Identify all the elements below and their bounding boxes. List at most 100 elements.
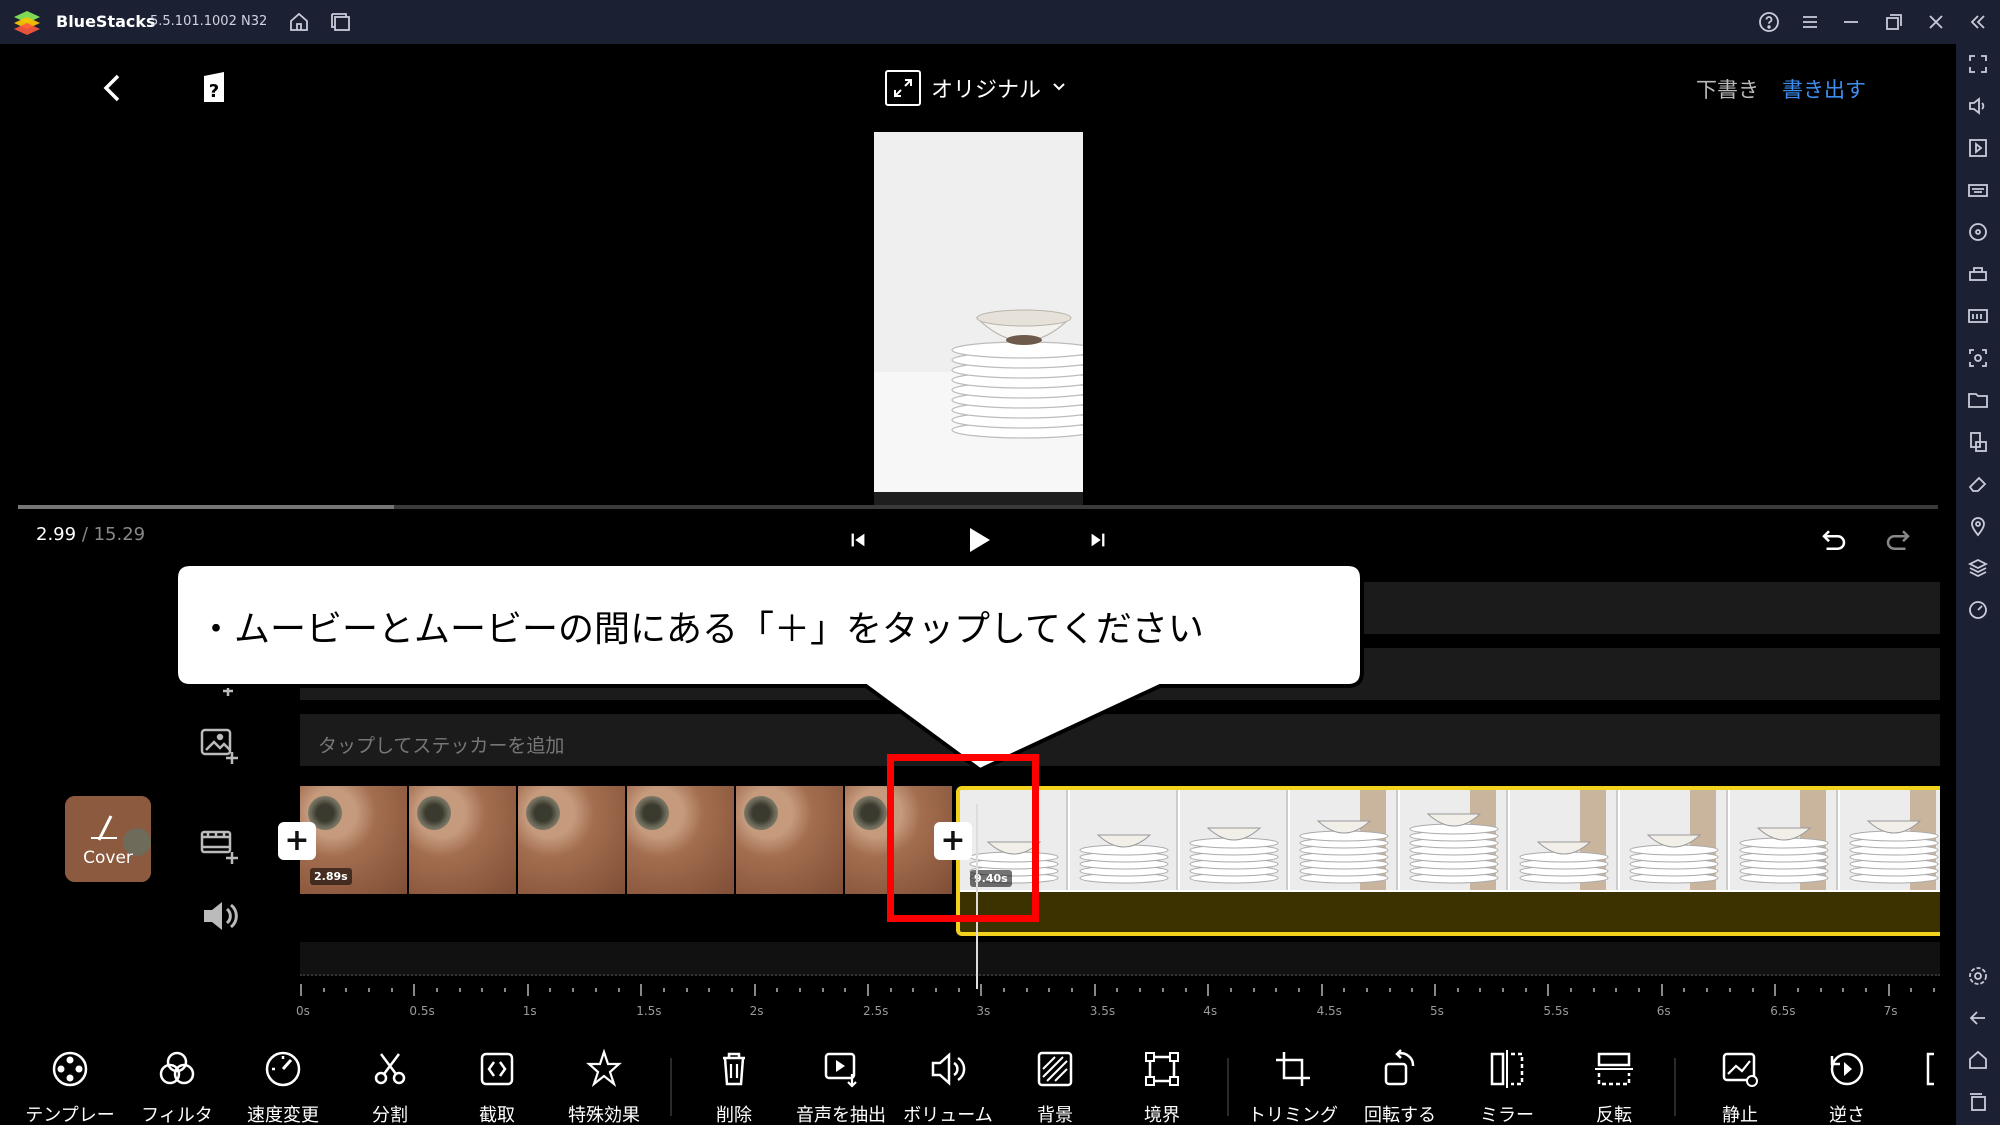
recents-sidebar-icon[interactable] xyxy=(1966,1090,1990,1114)
skip-previous-icon[interactable] xyxy=(836,518,880,562)
bluestacks-titlebar: BlueStacks 5.5.101.1002 N32 xyxy=(0,0,2000,44)
tool-background[interactable]: 背景 xyxy=(1005,1046,1105,1125)
ruler-minor-tick xyxy=(1932,988,1935,992)
media-icon[interactable] xyxy=(1966,136,1990,160)
preview-image xyxy=(874,132,1083,508)
tool-label: ミラー xyxy=(1480,1105,1534,1125)
reverse-icon xyxy=(1824,1046,1870,1092)
export-button[interactable]: 書き出す xyxy=(1782,74,1866,104)
tool-extract-audio[interactable]: 音声を抽出する xyxy=(791,1046,891,1125)
draft-button[interactable]: 下書き xyxy=(1696,74,1759,104)
add-transition-button-start[interactable]: + xyxy=(278,822,316,860)
total-time: / 15.29 xyxy=(81,524,146,545)
effect-track[interactable] xyxy=(300,648,1940,700)
cover-button[interactable]: Cover xyxy=(65,796,151,882)
tool-flip[interactable]: 反転 xyxy=(1564,1046,1664,1125)
tool-reverse[interactable]: 逆さ xyxy=(1797,1046,1897,1125)
screenshot-icon[interactable] xyxy=(1966,346,1990,370)
playback-progress[interactable] xyxy=(18,505,1938,509)
tool-more-partial[interactable] xyxy=(1904,1046,1944,1092)
timeline-ruler[interactable]: 0s 0.5s 1s 1.5s 2s 2.5s 3s 3.5s 4s 4.5s 5s 5.5s 6s 6.… xyxy=(296,984,1940,1024)
tool-trim[interactable]: 截取 xyxy=(447,1046,547,1125)
video-preview[interactable] xyxy=(874,132,1083,508)
add-sticker-icon[interactable] xyxy=(198,722,242,766)
tool-freeze[interactable]: 静止 xyxy=(1690,1046,1790,1125)
restore-icon[interactable] xyxy=(1882,10,1906,34)
ruler-minor-tick xyxy=(912,988,915,992)
controls-icon[interactable] xyxy=(1966,262,1990,286)
ruler-minor-tick xyxy=(390,988,393,992)
tool-trash[interactable]: 削除 xyxy=(684,1046,784,1125)
crop-icon xyxy=(1270,1046,1316,1092)
ruler-minor-tick xyxy=(685,988,688,992)
ruler-minor-tick xyxy=(1570,988,1573,992)
back-icon[interactable] xyxy=(96,68,126,108)
collapse-sidebar-icon[interactable] xyxy=(1966,10,1990,34)
audio-track[interactable] xyxy=(300,942,1940,976)
audio-icon[interactable] xyxy=(198,894,242,938)
add-clip-icon[interactable] xyxy=(198,822,242,866)
tool-mirror[interactable]: ミラー xyxy=(1457,1046,1557,1125)
aspect-ratio-dropdown[interactable]: オリジナル xyxy=(885,68,1067,108)
tool-template[interactable]: テンプレート xyxy=(20,1046,120,1125)
tool-speed[interactable]: 速度変更 xyxy=(233,1046,333,1125)
tool-border[interactable]: 境界 xyxy=(1112,1046,1212,1125)
ruler-tick xyxy=(980,984,983,996)
ruler-minor-tick xyxy=(617,988,620,992)
ruler-minor-tick xyxy=(481,988,484,992)
undo-icon[interactable] xyxy=(1812,518,1856,562)
eco-mode-icon[interactable] xyxy=(1966,598,1990,622)
home-icon[interactable] xyxy=(287,10,311,34)
tool-scissors[interactable]: 分割 xyxy=(340,1046,440,1125)
tool-rotate[interactable]: 回転する xyxy=(1350,1046,1450,1125)
close-icon[interactable] xyxy=(1924,10,1948,34)
ruler-minor-tick xyxy=(1479,988,1482,992)
fullscreen-icon[interactable] xyxy=(1966,52,1990,76)
tool-volume[interactable]: ボリューム xyxy=(898,1046,998,1125)
highlight-box xyxy=(887,754,1039,922)
layers-icon[interactable] xyxy=(1966,556,1990,580)
ruler-tick xyxy=(1774,984,1777,996)
install-apk-icon[interactable] xyxy=(1966,430,1990,454)
ruler-minor-tick xyxy=(798,988,801,992)
video-clip-1[interactable]: 2.89s xyxy=(300,786,954,894)
ruler-minor-tick xyxy=(1864,988,1867,992)
toolbar-divider xyxy=(670,1058,672,1116)
sticker-placeholder[interactable]: タップしてステッカーを追加 xyxy=(318,731,564,758)
ruler-tick xyxy=(640,984,643,996)
skip-next-icon[interactable] xyxy=(1076,518,1120,562)
video-clip-2[interactable]: 9.40s xyxy=(956,786,1940,936)
ruler-minor-tick xyxy=(776,988,779,992)
tool-label: 削除 xyxy=(716,1105,752,1125)
clip2-frame xyxy=(1840,790,1940,890)
help-icon[interactable] xyxy=(1757,10,1781,34)
tool-label: トリミング xyxy=(1248,1105,1338,1125)
trim-icon xyxy=(474,1046,520,1092)
toolbar-divider xyxy=(1227,1058,1229,1116)
speed-icon xyxy=(260,1046,306,1092)
tool-crop[interactable]: トリミング xyxy=(1243,1046,1343,1125)
multi-instance-icon[interactable] xyxy=(329,10,353,34)
fps-icon[interactable] xyxy=(1966,304,1990,328)
rotate-sidebar-icon[interactable] xyxy=(1966,220,1990,244)
help-book-icon[interactable]: ? xyxy=(198,68,232,108)
settings-icon[interactable] xyxy=(1966,964,1990,988)
ruler-minor-tick xyxy=(322,988,325,992)
keyboard-icon[interactable] xyxy=(1966,178,1990,202)
location-icon[interactable] xyxy=(1966,514,1990,538)
play-icon[interactable] xyxy=(956,518,1000,562)
tool-label: 特殊効果 xyxy=(568,1105,640,1125)
redo-icon[interactable] xyxy=(1876,518,1920,562)
ruler-minor-tick xyxy=(1388,988,1391,992)
home-sidebar-icon[interactable] xyxy=(1966,1048,1990,1072)
minimize-icon[interactable] xyxy=(1839,10,1863,34)
tool-effects[interactable]: 特殊効果 xyxy=(554,1046,654,1125)
eraser-icon[interactable] xyxy=(1966,472,1990,496)
ruler-minor-tick xyxy=(708,988,711,992)
folder-icon[interactable] xyxy=(1966,388,1990,412)
menu-icon[interactable] xyxy=(1798,10,1822,34)
add-layer-icon[interactable] xyxy=(198,656,242,700)
tool-filter[interactable]: フィルタ xyxy=(127,1046,227,1125)
back-sidebar-icon[interactable] xyxy=(1966,1006,1990,1030)
volume-sidebar-icon[interactable] xyxy=(1966,94,1990,118)
